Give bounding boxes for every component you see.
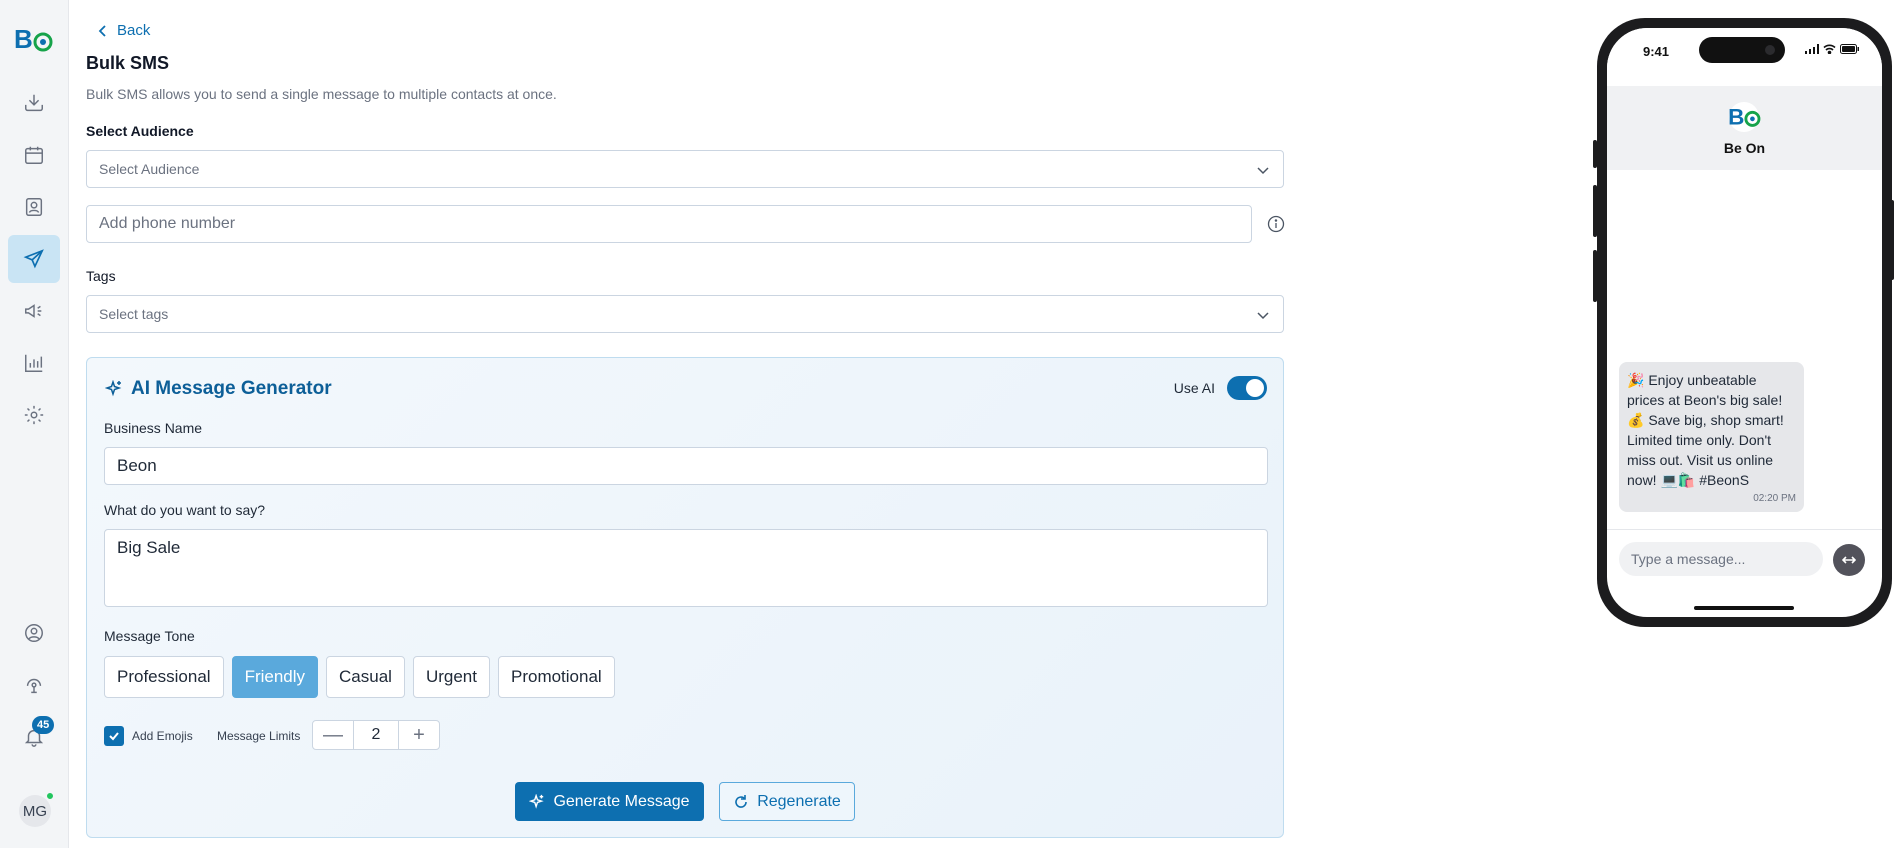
check-icon — [109, 732, 119, 741]
add-emojis-checkbox[interactable] — [104, 726, 124, 746]
send-icon — [23, 249, 44, 269]
ai-generator-heading: AI Message Generator — [105, 378, 332, 400]
sparkles-icon — [529, 793, 545, 809]
regenerate-button[interactable]: Regenerate — [719, 782, 855, 821]
message-text: 🎉 Enjoy unbeatable prices at Beon's big … — [1627, 372, 1784, 488]
chat-header: B Be On — [1607, 86, 1882, 170]
notification-count-badge: 45 — [32, 716, 55, 734]
chevron-down-icon — [1257, 167, 1269, 175]
contact-name: Be On — [1723, 140, 1766, 156]
sidebar-item-profile[interactable] — [8, 609, 60, 657]
megaphone-icon — [25, 304, 42, 318]
phone-number-input[interactable]: Add phone number — [86, 205, 1252, 243]
send-arrows-icon — [1842, 556, 1856, 564]
phone-screen: 9:41 B Be On 🎉 Enjoy unbeatable prices a… — [1607, 28, 1882, 617]
sparkles-icon — [105, 380, 122, 397]
tone-urgent-button[interactable]: Urgent — [412, 656, 490, 698]
send-message-button[interactable] — [1833, 544, 1865, 576]
page-title: Bulk SMS — [86, 53, 170, 73]
audience-label: Select Audience — [86, 123, 194, 139]
phone-preview: 9:41 B Be On 🎉 Enjoy unbeatable prices a… — [1597, 18, 1892, 627]
message-composer-input[interactable]: Type a message... — [1619, 542, 1823, 576]
tone-professional-button[interactable]: Professional — [104, 656, 224, 698]
message-tone-label: Message Tone — [104, 628, 195, 644]
phone-status-bar: 9:41 — [1607, 28, 1882, 86]
chevron-down-icon — [1257, 312, 1269, 320]
sidebar-item-settings[interactable] — [8, 391, 60, 439]
inbox-download-icon — [25, 94, 43, 112]
info-icon[interactable] — [1267, 215, 1285, 233]
page-subtitle: Bulk SMS allows you to send a single mes… — [86, 86, 557, 102]
generate-message-label: Generate Message — [553, 792, 690, 810]
status-icons — [1805, 44, 1860, 54]
tone-friendly-button[interactable]: Friendly — [231, 656, 319, 698]
calendar-icon — [25, 146, 43, 164]
battery-icon — [1840, 44, 1859, 54]
tags-select[interactable]: Select tags — [86, 295, 1284, 333]
contacts-icon — [25, 198, 43, 216]
audience-select[interactable]: Select Audience — [86, 150, 1284, 188]
composer-placeholder: Type a message... — [1631, 551, 1746, 567]
ai-message-generator-card: AI Message Generator Use AI Business Nam… — [86, 357, 1284, 838]
composer-divider — [1607, 529, 1882, 530]
back-link[interactable]: Back — [97, 22, 150, 39]
message-prompt-textarea[interactable]: Big Sale — [104, 529, 1268, 607]
message-limits-label: Message Limits — [217, 729, 301, 743]
tags-label: Tags — [86, 268, 116, 284]
generate-message-button[interactable]: Generate Message — [515, 782, 704, 821]
business-name-label: Business Name — [104, 420, 203, 436]
svg-text:B: B — [1728, 105, 1744, 130]
sidebar-item-analytics[interactable] — [8, 339, 60, 387]
message-bubble: 🎉 Enjoy unbeatable prices at Beon's big … — [1619, 362, 1804, 512]
online-status-dot — [46, 792, 54, 800]
tags-placeholder: Select tags — [99, 306, 169, 322]
settings-icon — [24, 405, 44, 425]
home-indicator — [1694, 606, 1794, 610]
message-time: 02:20 PM — [1753, 493, 1796, 504]
avatar-initials: MG — [22, 802, 48, 820]
sidebar-item-downloads[interactable] — [8, 79, 60, 127]
message-limits-stepper: — 2 + — [312, 720, 440, 750]
wifi-icon — [1823, 44, 1836, 54]
support-icon — [26, 678, 42, 694]
use-ai-toggle[interactable] — [1227, 376, 1267, 400]
sidebar-item-contacts[interactable] — [8, 183, 60, 231]
beon-logo[interactable]: B — [14, 24, 54, 56]
tone-promotional-button[interactable]: Promotional — [497, 656, 615, 698]
back-label: Back — [117, 22, 151, 39]
svg-text:B: B — [14, 24, 33, 54]
user-avatar[interactable]: MG — [19, 795, 51, 827]
tone-casual-button[interactable]: Casual — [326, 656, 405, 698]
user-circle-icon — [25, 624, 43, 642]
message-prompt-label: What do you want to say? — [104, 502, 266, 518]
phone-number-placeholder: Add phone number — [99, 215, 236, 232]
chevron-left-icon — [98, 24, 106, 37]
ai-generator-title: AI Message Generator — [131, 378, 332, 399]
sidebar-item-campaigns[interactable] — [8, 287, 60, 335]
use-ai-label: Use AI — [1173, 380, 1215, 396]
refresh-icon — [735, 794, 747, 808]
sidebar-item-support[interactable] — [8, 661, 60, 709]
audience-placeholder: Select Audience — [99, 161, 200, 177]
sidebar-item-calendar[interactable] — [8, 131, 60, 179]
regenerate-label: Regenerate — [757, 792, 841, 810]
tone-options: Professional Friendly Casual Urgent Prom… — [104, 656, 615, 698]
business-name-input[interactable]: Beon — [104, 447, 1268, 485]
sidebar-item-bulk-sms[interactable] — [8, 235, 60, 283]
status-time: 9:41 — [1643, 44, 1670, 59]
message-limits-value[interactable]: 2 — [353, 721, 399, 749]
beon-logo: B — [1728, 102, 1761, 132]
analytics-icon — [25, 354, 43, 372]
dynamic-island — [1699, 37, 1785, 63]
signal-icon — [1805, 44, 1819, 54]
increment-button[interactable]: + — [399, 721, 439, 749]
add-emojis-label: Add Emojis — [132, 729, 193, 743]
decrement-button[interactable]: — — [313, 721, 353, 749]
sidebar: B 45 MG — [0, 0, 69, 848]
